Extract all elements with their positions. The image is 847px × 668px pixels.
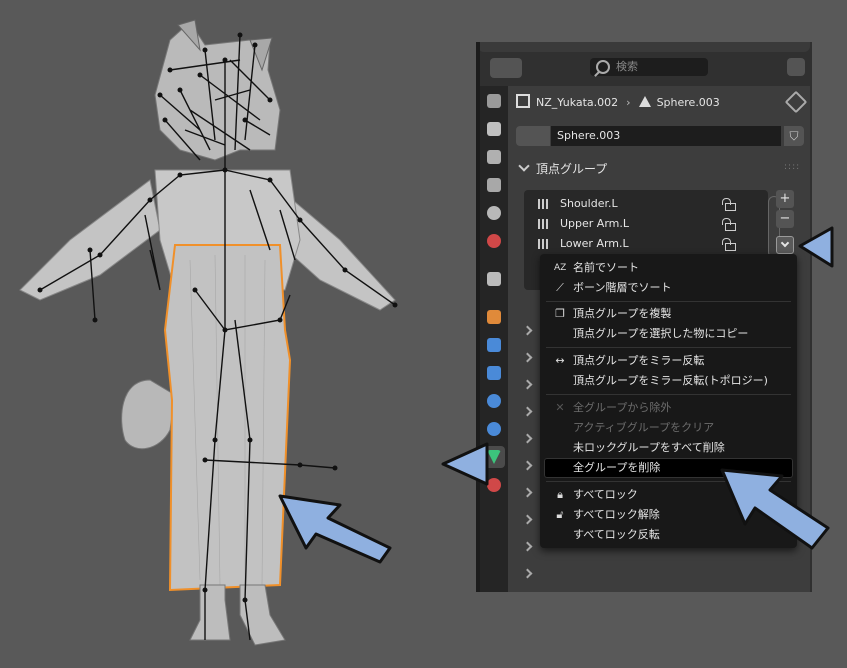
annotation-arrow-left-icon bbox=[441, 442, 489, 486]
screenshot: 検索 NZ_Yukata.002 › Sphere.003 Sphere.003… bbox=[0, 0, 847, 668]
annotation-arrow-right-icon bbox=[798, 226, 834, 268]
annotation-layer bbox=[278, 226, 834, 564]
annotation-arrow-viewport-icon bbox=[278, 494, 392, 564]
annotation-arrow-menu-icon bbox=[720, 468, 830, 550]
